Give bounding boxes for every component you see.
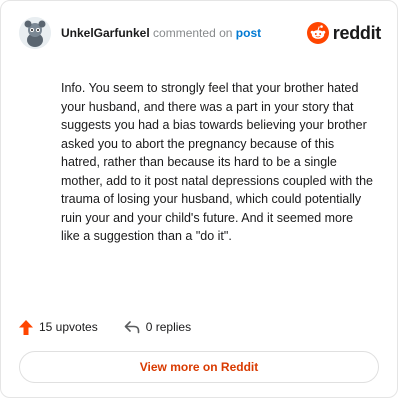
reply-count: 0 replies	[145, 320, 192, 334]
upvote-count: 15 upvotes	[39, 320, 98, 334]
reply-arrow-icon	[124, 321, 140, 334]
avatar[interactable]	[19, 17, 51, 49]
commented-on-text: commented on	[153, 26, 233, 40]
post-link[interactable]: post	[236, 26, 261, 40]
reddit-wordmark: reddit	[332, 22, 382, 43]
upvote-arrow-icon	[19, 319, 33, 335]
reply-button[interactable]: 0 replies	[124, 320, 191, 334]
avatar-icon	[19, 17, 51, 49]
reddit-logo-icon	[306, 22, 329, 44]
comment-header: UnkelGarfunkel commented on post reddit	[19, 15, 381, 51]
reddit-brand[interactable]: reddit	[306, 22, 382, 44]
comment-card: UnkelGarfunkel commented on post reddit …	[0, 0, 398, 398]
upvote-button[interactable]: 15 upvotes	[19, 319, 98, 335]
view-more-button[interactable]: View more on Reddit	[19, 351, 379, 383]
comment-meta: UnkelGarfunkel commented on post	[61, 26, 307, 40]
comment-actions: 15 upvotes 0 replies	[19, 317, 217, 337]
author-name[interactable]: UnkelGarfunkel	[61, 26, 150, 40]
comment-body: Info. You seem to strongly feel that you…	[61, 81, 373, 243]
